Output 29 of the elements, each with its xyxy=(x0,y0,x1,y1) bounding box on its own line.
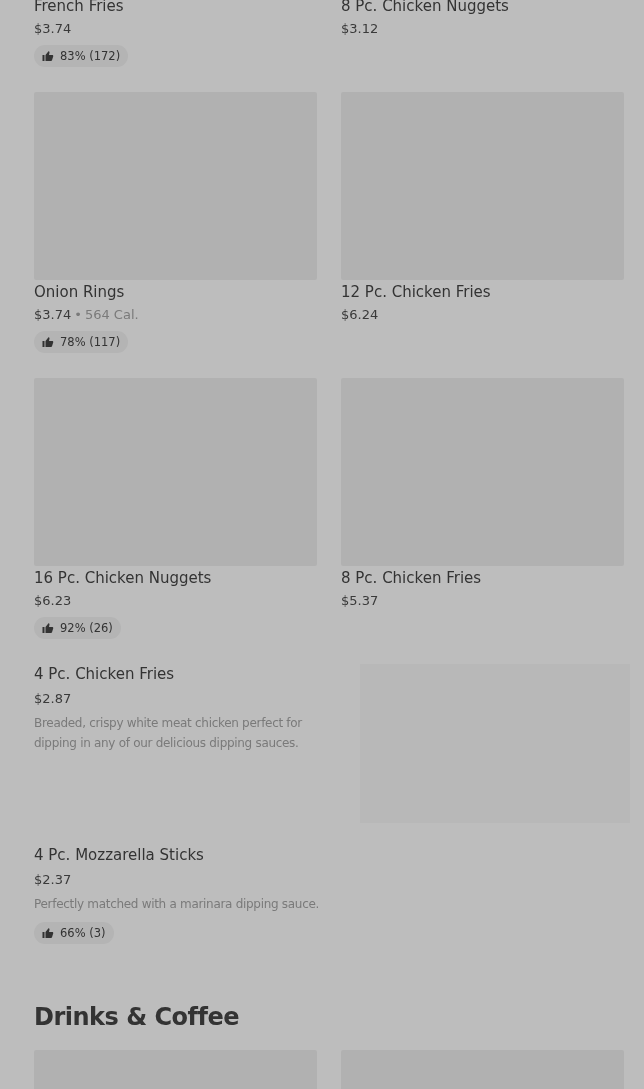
item-price: $6.24 xyxy=(341,306,379,324)
item-name: French Fries xyxy=(34,0,124,17)
thumbs-up-icon xyxy=(42,336,54,348)
item-name: 8 Pc. Chicken Fries xyxy=(341,568,482,589)
item-price: $3.12 xyxy=(341,20,379,38)
item-price: $2.37 xyxy=(34,871,72,889)
rating-text: 78% (117) xyxy=(60,335,121,349)
item-name: 8 Pc. Chicken Nuggets xyxy=(341,0,509,17)
item-name: 4 Pc. Mozzarella Sticks xyxy=(34,845,204,865)
rating-text: 92% (26) xyxy=(60,621,113,635)
rating-text: 66% (3) xyxy=(60,926,106,940)
item-name: 16 Pc. Chicken Nuggets xyxy=(34,568,212,589)
separator-dot: • xyxy=(74,306,82,324)
item-name: Onion Rings xyxy=(34,282,125,303)
item-calories: 564 Cal. xyxy=(84,306,139,324)
item-price: $2.87 xyxy=(34,690,72,708)
item-description: Perfectly matched with a marinara dipping sauce. xyxy=(34,896,320,913)
thumbs-up-icon xyxy=(42,50,54,62)
item-price: $5.37 xyxy=(341,592,379,610)
thumbs-up-icon xyxy=(42,927,54,939)
item-name: 4 Pc. Chicken Fries xyxy=(34,664,175,684)
thumbs-up-icon xyxy=(42,622,54,634)
item-description: Breaded, crispy white meat chicken perfect for dipping in any of our delicious dipping sauces. xyxy=(34,715,304,752)
item-name: 12 Pc. Chicken Fries xyxy=(341,282,491,303)
item-price: $6.23 xyxy=(34,592,72,610)
item-price: $3.74 xyxy=(34,306,72,324)
item-price: $3.74 xyxy=(34,20,72,38)
rating-text: 83% (172) xyxy=(60,49,121,63)
section-heading: Drinks & Coffee xyxy=(34,1002,240,1033)
